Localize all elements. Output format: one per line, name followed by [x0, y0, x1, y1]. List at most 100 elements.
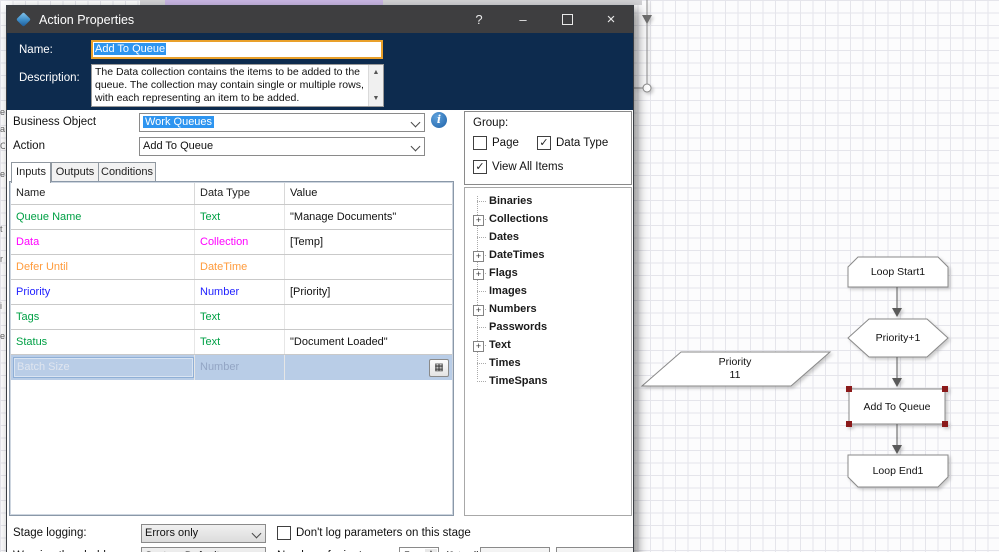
row-value[interactable]: [Priority]	[285, 280, 452, 305]
stage-logging-value: Errors only	[145, 527, 198, 539]
table-row[interactable]: Tags Text	[11, 304, 452, 330]
action-combo[interactable]: Add To Queue	[139, 137, 425, 156]
tree-expander-icon[interactable]: +	[473, 251, 484, 262]
checkbox-dont-log[interactable]: Don't log parameters on this stage	[277, 526, 471, 540]
row-value[interactable]: "Manage Documents"	[285, 205, 452, 230]
canvas-fragment: a	[0, 125, 5, 134]
row-value[interactable]	[285, 355, 452, 380]
expression-editor-button[interactable]: ▦	[429, 359, 449, 377]
checkbox-data-type[interactable]: ✓ Data Type	[537, 136, 608, 150]
description-textarea[interactable]: The Data collection contains the items t…	[91, 64, 384, 107]
maximize-button[interactable]	[545, 6, 589, 33]
tree-item-label: Passwords	[489, 321, 547, 333]
minutes-spinner[interactable]: 5 ▲▼	[399, 547, 439, 552]
canvas-fragment: t	[0, 225, 5, 234]
tree-item-text[interactable]: + Text	[465, 337, 631, 355]
table-row-selected[interactable]: Batch Size Number ▦	[11, 354, 452, 380]
action-properties-dialog: Action Properties ? – × Name: Add To Que…	[6, 5, 634, 552]
checkbox-icon[interactable]	[473, 136, 487, 150]
tree-item-datetimes[interactable]: +DateTimes	[465, 247, 631, 265]
row-name: Status	[11, 330, 195, 355]
cancel-button[interactable]: Cancel	[556, 547, 634, 552]
tree-item-label: Binaries	[489, 195, 532, 207]
info-icon[interactable]: i	[431, 112, 447, 128]
data-types-tree: Binaries + Collections Dates +DateTimes +…	[464, 187, 632, 516]
group-panel: Group: Page ✓ Data Type ✓ View All Items	[464, 111, 632, 185]
tree-expander-icon[interactable]: +	[473, 305, 484, 316]
row-name: Batch Size	[11, 355, 195, 380]
checkbox-page[interactable]: Page	[473, 136, 519, 150]
tree-item-label: Collections	[489, 213, 548, 225]
row-value[interactable]: [Temp]	[285, 230, 452, 255]
data-item-priority[interactable]: Priority	[660, 355, 810, 368]
tree-item-dates[interactable]: Dates	[465, 229, 631, 247]
business-object-combo[interactable]: Work Queues	[139, 113, 425, 132]
column-header-name[interactable]: Name	[11, 183, 195, 204]
checkbox-icon[interactable]: ✓	[537, 136, 551, 150]
tree-item-label: Images	[489, 285, 527, 297]
table-row[interactable]: Defer Until DateTime	[11, 254, 452, 280]
row-type: Collection	[195, 230, 285, 255]
tree-item-binaries[interactable]: Binaries	[465, 193, 631, 211]
row-type: Text	[195, 205, 285, 230]
canvas-fragment: e	[0, 108, 5, 117]
description-label: Description:	[19, 72, 80, 84]
checkbox-view-all-items[interactable]: ✓ View All Items	[473, 160, 563, 174]
tree-expander-icon[interactable]: +	[473, 215, 484, 226]
tree-item-label: Times	[489, 357, 521, 369]
dialog-header-panel: Name: Add To Queue Description: The Data…	[7, 33, 633, 110]
name-input[interactable]: Add To Queue	[91, 40, 383, 59]
tree-expander-icon[interactable]: +	[473, 269, 484, 280]
warning-threshold-combo[interactable]: System Default	[141, 547, 266, 552]
row-type: DateTime	[195, 255, 285, 280]
row-value[interactable]	[285, 305, 452, 330]
tree-item-label: Text	[489, 339, 511, 351]
canvas-fragment: e	[0, 170, 5, 179]
help-button[interactable]: ?	[457, 6, 501, 33]
tree-expander-icon[interactable]: +	[473, 341, 484, 352]
checkbox-label: Data Type	[556, 137, 608, 149]
title-bar[interactable]: Action Properties ? – ×	[7, 6, 633, 33]
checkbox-icon[interactable]	[277, 526, 291, 540]
row-name: Defer Until	[11, 255, 195, 280]
stage-loop-end[interactable]: Loop End1	[848, 456, 948, 486]
table-row[interactable]: Status Text "Document Loaded"	[11, 329, 452, 355]
tree-item-numbers[interactable]: +Numbers	[465, 301, 631, 319]
row-type: Number	[195, 280, 285, 305]
tree-item-flags[interactable]: +Flags	[465, 265, 631, 283]
stage-calculation[interactable]: Priority+1	[848, 320, 948, 356]
stage-loop-start[interactable]: Loop Start1	[848, 258, 948, 286]
tree-item-times[interactable]: Times	[465, 355, 631, 373]
row-value[interactable]: "Document Loaded"	[285, 330, 452, 355]
tab-outputs[interactable]: Outputs	[51, 162, 99, 182]
minimize-button[interactable]: –	[501, 6, 545, 33]
tree-item-collections[interactable]: + Collections	[465, 211, 631, 229]
row-value[interactable]	[285, 255, 452, 280]
checkbox-icon[interactable]: ✓	[473, 160, 487, 174]
calculator-icon: ▦	[434, 362, 443, 373]
batch-size-cell[interactable]: Batch Size	[13, 357, 194, 378]
close-button[interactable]: ×	[589, 6, 633, 33]
dialog-title: Action Properties	[39, 13, 134, 27]
chevron-down-icon	[411, 142, 421, 152]
checkbox-label: Page	[492, 137, 519, 149]
table-row[interactable]: Data Collection [Temp]	[11, 229, 452, 255]
group-title: Group:	[473, 117, 508, 129]
data-item-priority-value[interactable]: 11	[660, 368, 810, 381]
tree-item-images[interactable]: Images	[465, 283, 631, 301]
tree-item-passwords[interactable]: Passwords	[465, 319, 631, 337]
scrollbar-down-icon[interactable]: ▼	[369, 92, 383, 105]
tree-item-timespans[interactable]: TimeSpans	[465, 373, 631, 391]
tab-conditions[interactable]: Conditions	[98, 162, 156, 182]
column-header-type[interactable]: Data Type	[195, 183, 285, 204]
column-header-value[interactable]: Value	[285, 183, 452, 204]
description-scrollbar[interactable]: ▲ ▼	[368, 65, 383, 106]
table-row[interactable]: Queue Name Text "Manage Documents"	[11, 204, 452, 230]
stage-add-to-queue[interactable]: Add To Queue	[849, 390, 945, 424]
scrollbar-up-icon[interactable]: ▲	[369, 66, 383, 79]
ok-button[interactable]: OK	[480, 547, 550, 552]
stage-logging-combo[interactable]: Errors only	[141, 524, 266, 543]
tab-inputs[interactable]: Inputs	[11, 162, 51, 183]
table-row[interactable]: Priority Number [Priority]	[11, 279, 452, 305]
tree-item-label: TimeSpans	[489, 375, 548, 387]
